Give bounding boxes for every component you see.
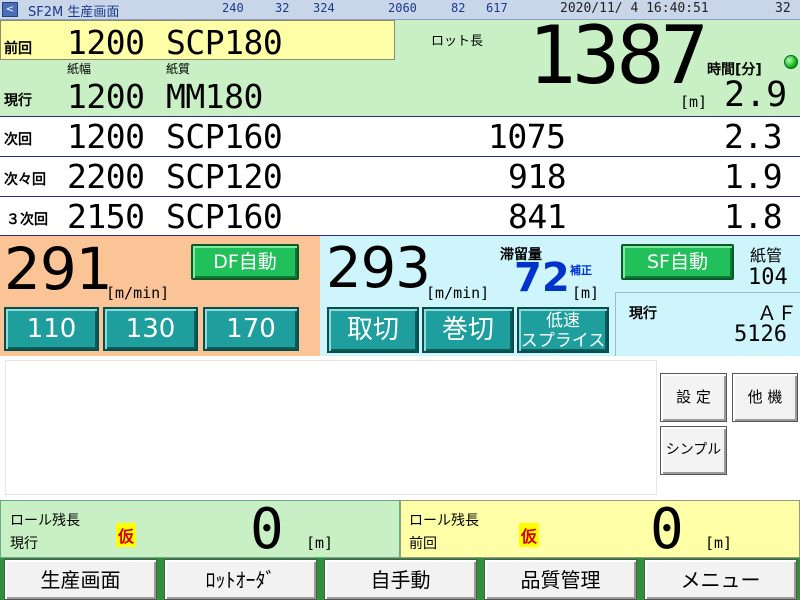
- prev-grade: SCP180: [166, 23, 283, 62]
- row-length: 1075: [488, 117, 566, 156]
- nav-auto-manual[interactable]: 自手動: [324, 559, 477, 600]
- status-number: 2060: [388, 1, 417, 15]
- splice-label-line1: 低速: [546, 311, 580, 331]
- row-grade: SCP160: [166, 117, 283, 156]
- lot-length-label: ロット長: [431, 34, 484, 49]
- current-time: 2.9: [724, 75, 788, 115]
- roll-left-label: ロール残長: [10, 513, 80, 529]
- provisional-badge: 仮: [519, 523, 540, 547]
- row-length: 841: [508, 197, 567, 236]
- wind-cut-button[interactable]: 巻切: [422, 307, 514, 353]
- provisional-badge: 仮: [116, 523, 137, 547]
- lot-length-unit: [m]: [680, 93, 708, 111]
- status-number: 82: [451, 1, 466, 15]
- list-item: 次々回 2200 SCP120 918 1.9: [0, 156, 800, 196]
- window-title: SF2M 生産画面: [28, 5, 120, 20]
- sf-current-number: 5126: [734, 322, 787, 347]
- roll-left-sub-label: 現行: [10, 536, 38, 552]
- current-label: 現行: [4, 93, 32, 109]
- app-menu-icon[interactable]: <: [2, 2, 18, 17]
- correction-label: 補正: [570, 264, 592, 277]
- sf-current-label: 現行: [629, 306, 657, 322]
- prev-label: 前回: [4, 41, 32, 57]
- row-grade: SCP120: [166, 157, 283, 196]
- row-label: ３次回: [6, 212, 48, 228]
- status-number: 32: [275, 1, 290, 15]
- simple-button[interactable]: シンプル: [660, 426, 727, 475]
- df-auto-button[interactable]: DF自動: [191, 244, 299, 280]
- df-speed-value: 291: [4, 235, 113, 303]
- nav-quality-control[interactable]: 品質管理: [484, 559, 637, 600]
- splice-label-line2: スプライス: [520, 331, 606, 351]
- row-label: 次々回: [4, 172, 46, 188]
- sf-speed-unit: [m/min]: [426, 284, 490, 302]
- current-grade: MM180: [166, 77, 263, 116]
- width-header: 紙幅: [67, 62, 92, 76]
- roll-right-sub-label: 前回: [409, 536, 437, 552]
- row-width: 2150: [67, 197, 145, 236]
- roll-left-value: 0: [250, 497, 284, 562]
- message-area: [5, 360, 657, 495]
- row-width: 2200: [67, 157, 145, 196]
- roll-right-label: ロール残長: [409, 513, 479, 529]
- settings-button[interactable]: 設 定: [660, 373, 727, 422]
- core-label: 紙管: [750, 246, 783, 265]
- nav-production-screen[interactable]: 生産画面: [4, 559, 157, 600]
- grade-header: 紙質: [166, 62, 191, 76]
- other-machine-button[interactable]: 他 機: [732, 373, 798, 422]
- roll-right-value: 0: [650, 497, 684, 562]
- status-number: 240: [222, 1, 244, 15]
- core-value: 104: [748, 265, 788, 290]
- prev-width: 1200: [67, 23, 145, 62]
- row-grade: SCP160: [166, 197, 283, 236]
- row-time: 1.9: [724, 157, 783, 196]
- row-width: 1200: [67, 117, 145, 156]
- row-time: 2.3: [724, 117, 783, 156]
- retention-value: 72: [514, 255, 570, 301]
- row-time: 1.8: [724, 197, 783, 236]
- list-item: 次回 1200 SCP160 1075 2.3: [0, 116, 800, 156]
- df-speed-unit: [m/min]: [106, 284, 170, 302]
- df-preset-button[interactable]: 170: [203, 307, 299, 351]
- row-length: 918: [508, 157, 567, 196]
- low-speed-splice-button[interactable]: 低速 スプライス: [517, 307, 609, 353]
- screen-number: 32: [775, 1, 791, 16]
- sf-auto-button[interactable]: SF自動: [621, 244, 734, 280]
- lot-length-value: 1387: [528, 9, 709, 102]
- status-number: 617: [486, 1, 508, 15]
- sf-speed-value: 293: [326, 236, 431, 301]
- nav-menu[interactable]: メニュー: [644, 559, 797, 600]
- row-label: 次回: [4, 132, 32, 148]
- retention-unit: [m]: [572, 284, 600, 302]
- cut-button[interactable]: 取切: [327, 307, 419, 353]
- current-width: 1200: [67, 77, 145, 116]
- df-preset-button[interactable]: 110: [4, 307, 99, 351]
- status-lamp-icon: [784, 55, 798, 69]
- roll-left-unit: [m]: [306, 534, 334, 552]
- status-number: 324: [313, 1, 335, 15]
- nav-lot-order[interactable]: ﾛｯﾄｵｰﾀﾞ: [164, 559, 317, 600]
- roll-right-unit: [m]: [705, 534, 733, 552]
- df-preset-button[interactable]: 130: [103, 307, 198, 351]
- list-item: ３次回 2150 SCP160 841 1.8: [0, 196, 800, 236]
